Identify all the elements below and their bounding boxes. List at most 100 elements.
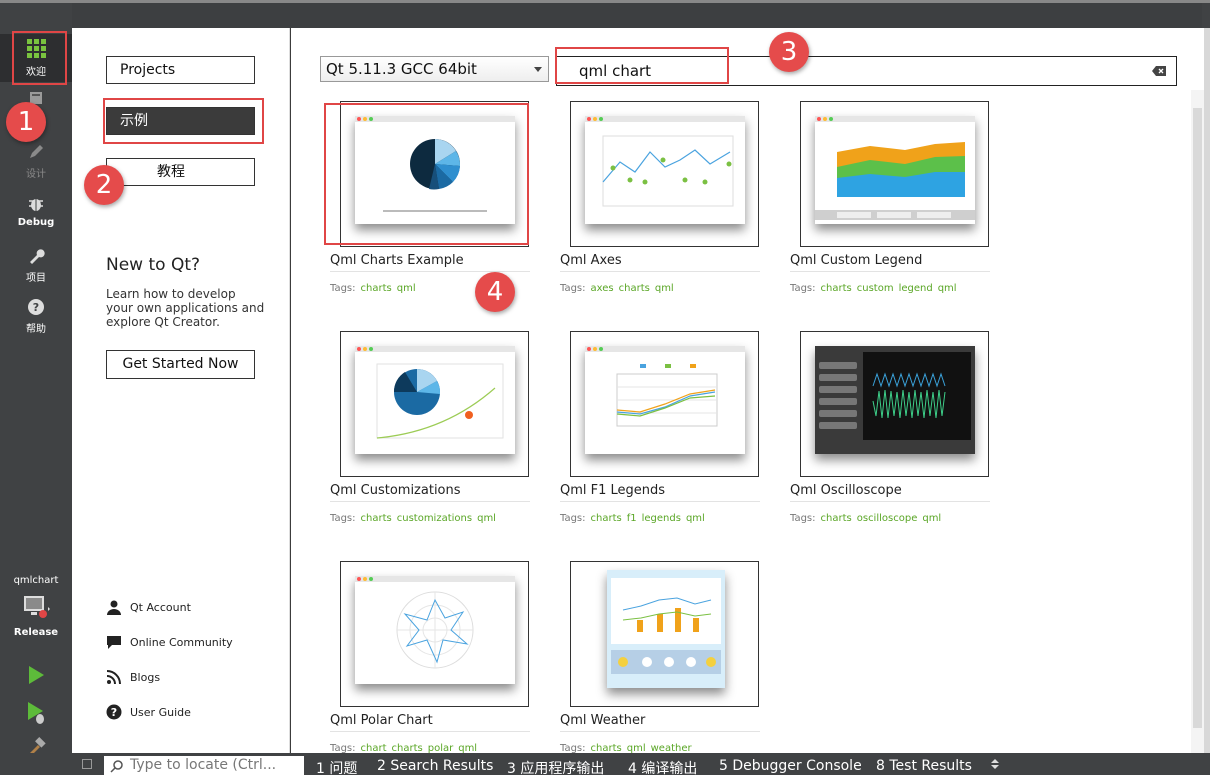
weather-chart-preview <box>611 578 721 674</box>
tag[interactable]: charts <box>361 283 392 294</box>
user-icon <box>107 600 121 615</box>
debug-run-icon <box>28 702 44 724</box>
f1-line-chart-preview <box>616 364 718 427</box>
qt-account-label: Qt Account <box>130 600 191 614</box>
example-thumbnail[interactable] <box>570 331 759 477</box>
example-title[interactable]: Qml F1 Legends <box>560 483 760 502</box>
mode-help[interactable]: ? 帮助 <box>0 298 72 336</box>
example-title[interactable]: Qml Oscilloscope <box>790 483 990 502</box>
tag[interactable]: customizations <box>397 513 472 524</box>
rss-icon <box>106 670 121 685</box>
tag[interactable]: qml <box>477 513 496 524</box>
search-icon <box>110 760 123 773</box>
tag[interactable]: custom <box>857 283 894 294</box>
run-icon <box>29 666 44 684</box>
wheel-chart-preview <box>376 363 504 439</box>
example-title[interactable]: Qml Charts Example <box>330 253 530 272</box>
clear-search-icon[interactable] <box>1152 66 1166 76</box>
tab-test-results[interactable]: 8 Test Results <box>876 758 972 774</box>
tag[interactable]: qml <box>655 283 674 294</box>
window-top-bar <box>0 0 1210 28</box>
line-chart-preview <box>602 135 734 207</box>
mode-design[interactable]: 设计 <box>0 143 72 181</box>
annotation-box-examples <box>103 98 264 144</box>
tags-label: Tags: <box>790 513 816 524</box>
tag[interactable]: legend <box>899 283 933 294</box>
annotation-badge-2: 2 <box>84 165 124 205</box>
tag[interactable]: qml <box>397 283 416 294</box>
tag[interactable]: charts <box>591 513 622 524</box>
monitor-icon <box>24 596 50 618</box>
examples-scrollbar[interactable] <box>1191 90 1204 753</box>
projects-button[interactable]: Projects <box>106 56 255 84</box>
mode-projects-label: 项目 <box>26 273 46 284</box>
tag[interactable]: charts <box>619 283 650 294</box>
help-icon: ? <box>28 299 44 315</box>
oscilloscope-preview <box>819 352 971 440</box>
annotation-badge-1: 1 <box>6 102 46 142</box>
example-thumbnail[interactable] <box>800 331 989 477</box>
tag[interactable]: qml <box>686 513 705 524</box>
mode-debug[interactable]: Debug <box>0 195 72 233</box>
tag[interactable]: axes <box>591 283 614 294</box>
mode-projects[interactable]: 项目 <box>0 247 72 285</box>
tab-search-results[interactable]: 2 Search Results <box>377 758 493 774</box>
example-thumbnail[interactable] <box>340 331 529 477</box>
debug-run-button[interactable] <box>0 700 72 728</box>
tags-label: Tags: <box>560 513 586 524</box>
kit-name: qmlchart <box>13 575 59 586</box>
user-guide-link[interactable]: ? User Guide <box>106 704 191 720</box>
tags-label: Tags: <box>330 283 356 294</box>
tag[interactable]: charts <box>361 513 392 524</box>
qt-account-link[interactable]: Qt Account <box>106 599 191 615</box>
more-tabs-icon[interactable] <box>990 757 1000 771</box>
window-edge <box>1204 28 1210 753</box>
annotation-badge-4: 4 <box>475 272 515 312</box>
tutorials-button[interactable]: 教程 <box>106 158 255 186</box>
example-tags: Tags: axes charts qml <box>560 283 674 294</box>
tag[interactable]: legends <box>642 513 681 524</box>
locator-input[interactable]: Type to locate (Ctrl... <box>104 756 304 775</box>
tag[interactable]: charts <box>821 283 852 294</box>
run-button[interactable] <box>0 664 72 688</box>
example-title[interactable]: Qml Customizations <box>330 483 530 502</box>
blogs-link[interactable]: Blogs <box>106 669 160 685</box>
tags-label: Tags: <box>790 283 816 294</box>
scrollbar-thumb[interactable] <box>1193 108 1202 728</box>
example-thumbnail[interactable] <box>800 101 989 247</box>
mode-debug-label: Debug <box>17 217 55 228</box>
tag[interactable]: oscilloscope <box>857 513 918 524</box>
locator-placeholder: Type to locate (Ctrl... <box>130 757 277 773</box>
example-title[interactable]: Qml Polar Chart <box>330 713 530 732</box>
wrench-icon <box>30 249 45 264</box>
qt-version-select[interactable]: Qt 5.11.3 GCC 64bit <box>320 56 549 82</box>
bug-icon <box>29 199 43 211</box>
kit-selector[interactable] <box>0 594 72 622</box>
question-circle-icon: ? <box>106 704 122 720</box>
tag[interactable]: qml <box>922 513 941 524</box>
tag[interactable]: charts <box>821 513 852 524</box>
tag[interactable]: f1 <box>627 513 637 524</box>
example-title[interactable]: Qml Axes <box>560 253 760 272</box>
online-community-link[interactable]: Online Community <box>106 634 233 650</box>
example-thumbnail[interactable] <box>570 561 759 707</box>
example-thumbnail[interactable] <box>340 561 529 707</box>
tag[interactable]: qml <box>938 283 957 294</box>
online-community-label: Online Community <box>130 635 233 649</box>
pencil-icon <box>30 145 43 158</box>
tab-issues[interactable]: 1 问题 <box>316 758 357 775</box>
annotation-box-welcome <box>12 31 67 85</box>
get-started-button[interactable]: Get Started Now <box>106 350 255 379</box>
svg-text:?: ? <box>33 301 39 314</box>
example-title[interactable]: Qml Weather <box>560 713 760 732</box>
example-title[interactable]: Qml Custom Legend <box>790 253 990 272</box>
tags-label: Tags: <box>560 283 586 294</box>
tab-compile-output[interactable]: 4 编译输出 <box>628 758 697 775</box>
mode-design-label: 设计 <box>26 169 46 180</box>
toggle-sidebar-icon[interactable] <box>82 759 92 769</box>
annotation-box-first-example <box>324 103 529 245</box>
tab-debugger-console[interactable]: 5 Debugger Console <box>719 758 862 774</box>
tab-application-output[interactable]: 3 应用程序输出 <box>507 758 604 775</box>
example-thumbnail[interactable] <box>570 101 759 247</box>
example-tags: Tags: charts custom legend qml <box>790 283 957 294</box>
